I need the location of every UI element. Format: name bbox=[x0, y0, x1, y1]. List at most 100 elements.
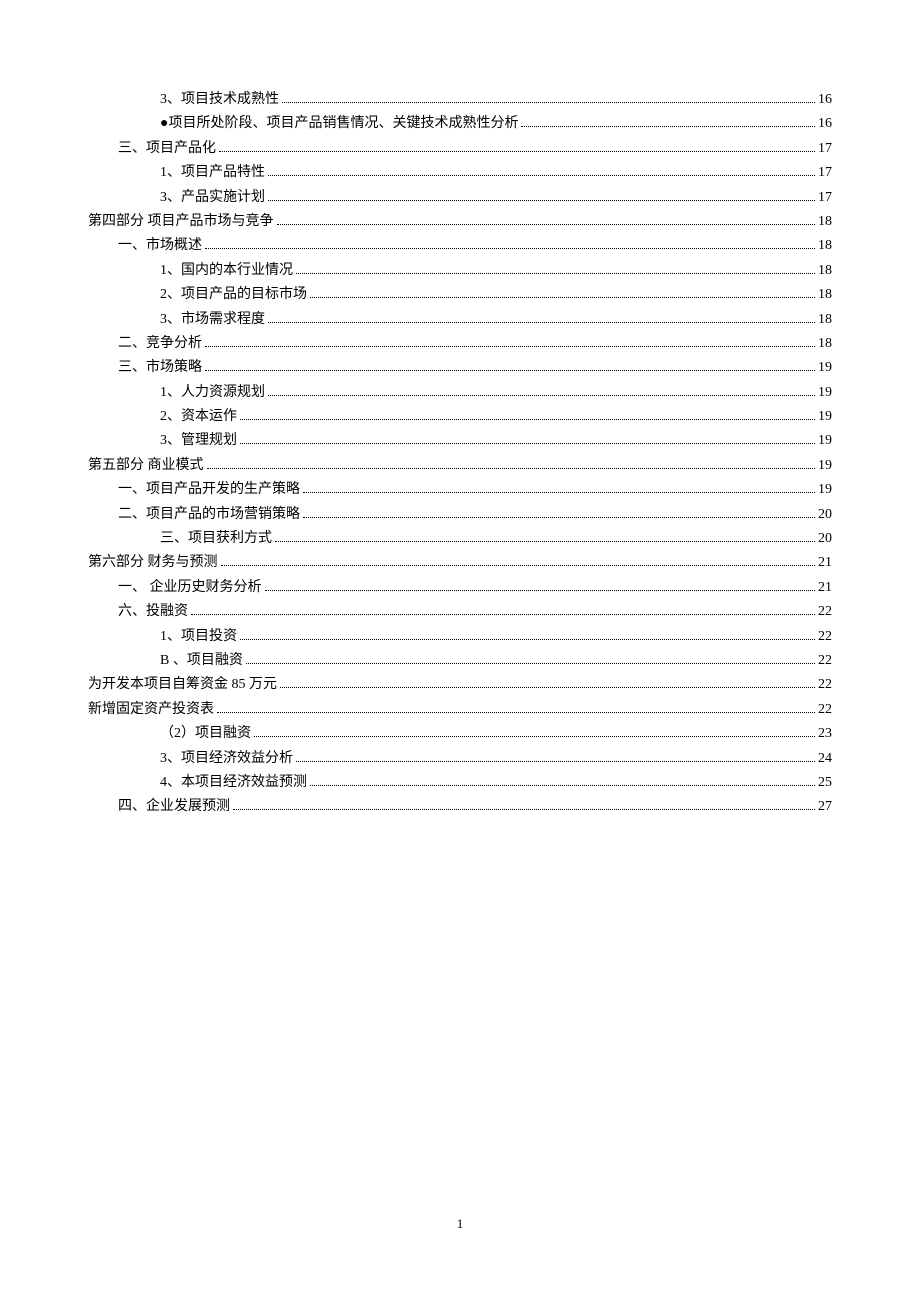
toc-label: 3、项目技术成熟性 bbox=[160, 88, 279, 108]
toc-page: 22 bbox=[818, 702, 832, 718]
toc-entry: （2）项目融资23 bbox=[88, 722, 832, 746]
toc-leader bbox=[205, 248, 815, 249]
toc-leader bbox=[221, 565, 816, 566]
toc-entry: 1、项目投资 22 bbox=[88, 625, 832, 649]
toc-label: 六、投融资 bbox=[118, 600, 188, 620]
toc-leader bbox=[217, 712, 815, 713]
toc-page: 20 bbox=[818, 507, 832, 523]
toc-leader bbox=[246, 663, 815, 664]
toc-label: 1、人力资源规划 bbox=[160, 381, 265, 401]
toc-label: 3、管理规划 bbox=[160, 429, 237, 449]
toc-entry: 第五部分 商业模式 19 bbox=[88, 454, 832, 478]
toc-entry: 四、企业发展预测 27 bbox=[88, 795, 832, 819]
toc-label: 1、项目投资 bbox=[160, 625, 237, 645]
toc-entry: 2、资本运作 19 bbox=[88, 405, 832, 429]
toc-label: 3、项目经济效益分析 bbox=[160, 747, 293, 767]
page-number: 1 bbox=[0, 1216, 920, 1232]
toc-leader bbox=[282, 102, 815, 103]
toc-page: 19 bbox=[818, 409, 832, 425]
toc-label: 新增固定资产投资表 bbox=[88, 698, 214, 718]
toc-page: 18 bbox=[818, 336, 832, 352]
toc-page: 16 bbox=[818, 116, 832, 132]
toc-label: 三、项目获利方式 bbox=[160, 527, 272, 547]
toc-entry: 2、项目产品的目标市场 18 bbox=[88, 283, 832, 307]
toc-entry: 1、国内的本行业情况18 bbox=[88, 259, 832, 283]
toc-entry: 三、项目获利方式20 bbox=[88, 527, 832, 551]
toc-label: 2、资本运作 bbox=[160, 405, 237, 425]
toc-leader bbox=[296, 273, 815, 274]
toc-page: 19 bbox=[818, 360, 832, 376]
toc-entry: ●项目所处阶段、项目产品销售情况、关键技术成熟性分析 16 bbox=[88, 112, 832, 136]
toc-label: 第六部分 财务与预测 bbox=[88, 551, 218, 571]
toc-page: 16 bbox=[818, 92, 832, 108]
toc-label: 2、项目产品的目标市场 bbox=[160, 283, 307, 303]
toc-label: 为开发本项目自筹资金 85 万元 bbox=[88, 673, 277, 693]
toc-entry: 一、市场概述 18 bbox=[88, 234, 832, 258]
toc-leader bbox=[240, 419, 815, 420]
toc-page: 22 bbox=[818, 653, 832, 669]
toc-page: 19 bbox=[818, 385, 832, 401]
toc-label: 三、市场策略 bbox=[118, 356, 202, 376]
toc-leader bbox=[254, 736, 815, 737]
toc-entry: 三、市场策略 19 bbox=[88, 356, 832, 380]
toc-entry: 二、竞争分析 18 bbox=[88, 332, 832, 356]
toc-label: 三、项目产品化 bbox=[118, 137, 216, 157]
toc-entry: 3、管理规划 19 bbox=[88, 429, 832, 453]
toc-entry: B 、项目融资 22 bbox=[88, 649, 832, 673]
toc-leader bbox=[521, 126, 815, 127]
toc-page: 25 bbox=[818, 775, 832, 791]
toc-page: 27 bbox=[818, 799, 832, 815]
toc-entry: 六、投融资 22 bbox=[88, 600, 832, 624]
toc-leader bbox=[268, 175, 815, 176]
toc-leader bbox=[310, 297, 815, 298]
toc-leader bbox=[268, 395, 815, 396]
toc-entry: 二、项目产品的市场营销策略 20 bbox=[88, 503, 832, 527]
toc-page: 24 bbox=[818, 751, 832, 767]
toc-leader bbox=[268, 200, 815, 201]
toc-leader bbox=[219, 151, 815, 152]
toc-page: 19 bbox=[818, 433, 832, 449]
toc-leader bbox=[205, 370, 815, 371]
toc-page: 21 bbox=[818, 555, 832, 571]
toc-page: 22 bbox=[818, 629, 832, 645]
toc-entry: 三、项目产品化 17 bbox=[88, 137, 832, 161]
toc-page: 18 bbox=[818, 287, 832, 303]
toc-page: 22 bbox=[818, 604, 832, 620]
toc-label: 1、项目产品特性 bbox=[160, 161, 265, 181]
toc-entry: 4、本项目经济效益预测25 bbox=[88, 771, 832, 795]
toc-page: 19 bbox=[818, 458, 832, 474]
toc-leader bbox=[240, 443, 815, 444]
toc-leader bbox=[265, 590, 816, 591]
toc-entry: 3、市场需求程度18 bbox=[88, 308, 832, 332]
toc-leader bbox=[310, 785, 815, 786]
toc-entry: 1、项目产品特性17 bbox=[88, 161, 832, 185]
toc-leader bbox=[268, 322, 815, 323]
table-of-contents: 3、项目技术成熟性 16 ●项目所处阶段、项目产品销售情况、关键技术成熟性分析 16 三… bbox=[88, 88, 832, 820]
toc-label: 第五部分 商业模式 bbox=[88, 454, 204, 474]
toc-label: 四、企业发展预测 bbox=[118, 795, 230, 815]
toc-label: B 、项目融资 bbox=[160, 649, 243, 669]
toc-label: 1、国内的本行业情况 bbox=[160, 259, 293, 279]
toc-page: 22 bbox=[818, 677, 832, 693]
toc-page: 18 bbox=[818, 214, 832, 230]
toc-leader bbox=[240, 639, 815, 640]
toc-leader bbox=[277, 224, 816, 225]
toc-label: 二、竞争分析 bbox=[118, 332, 202, 352]
toc-leader bbox=[207, 468, 816, 469]
toc-page: 23 bbox=[818, 726, 832, 742]
toc-label: 一、项目产品开发的生产策略 bbox=[118, 478, 300, 498]
toc-label: 二、项目产品的市场营销策略 bbox=[118, 503, 300, 523]
toc-entry: 为开发本项目自筹资金 85 万元 22 bbox=[88, 673, 832, 697]
toc-label: 3、市场需求程度 bbox=[160, 308, 265, 328]
toc-entry: 第四部分 项目产品市场与竞争 18 bbox=[88, 210, 832, 234]
toc-page: 19 bbox=[818, 482, 832, 498]
toc-label: ●项目所处阶段、项目产品销售情况、关键技术成熟性分析 bbox=[160, 112, 518, 132]
toc-page: 17 bbox=[818, 141, 832, 157]
toc-label: 一、市场概述 bbox=[118, 234, 202, 254]
toc-entry: 3、产品实施计划17 bbox=[88, 186, 832, 210]
toc-leader bbox=[275, 541, 815, 542]
toc-page: 18 bbox=[818, 238, 832, 254]
toc-label: 第四部分 项目产品市场与竞争 bbox=[88, 210, 274, 230]
toc-entry: 1、人力资源规划 19 bbox=[88, 381, 832, 405]
toc-leader bbox=[205, 346, 815, 347]
